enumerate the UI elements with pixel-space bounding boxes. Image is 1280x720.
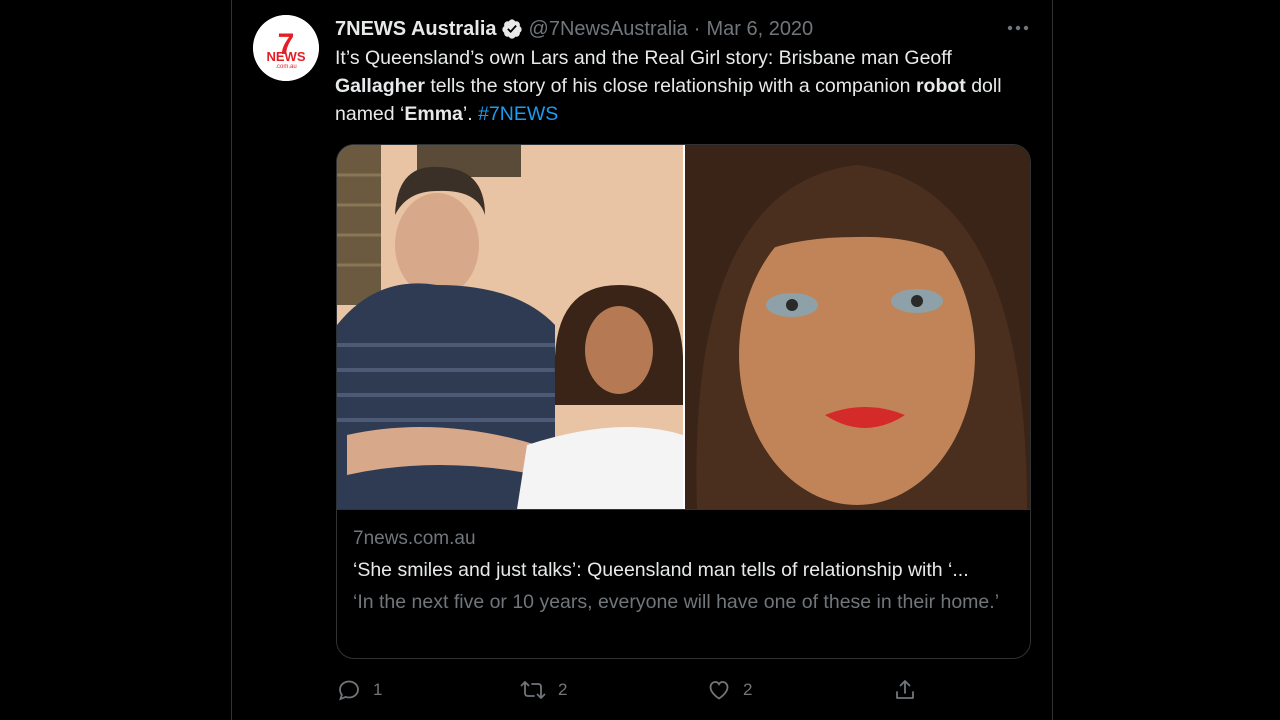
tweet-text: It’s Queensland’s own Lars and the Real … <box>335 44 1035 128</box>
like-count: 2 <box>743 680 753 699</box>
svg-text:.com.au: .com.au <box>275 64 296 70</box>
avatar[interactable]: 7 NEWS .com.au <box>253 15 319 81</box>
card-image-illustration <box>337 145 1030 509</box>
retweet-icon <box>520 678 546 702</box>
man-face <box>395 193 479 297</box>
tweet-text-bold: Emma <box>404 103 463 125</box>
separator-dot: · <box>693 17 701 40</box>
card-domain: 7news.com.au <box>353 528 476 549</box>
retweet-count: 2 <box>558 680 568 699</box>
retweet-button[interactable]: 2 <box>520 676 567 704</box>
display-name[interactable]: 7NEWS Australia <box>335 18 497 41</box>
doll-face-small <box>585 306 653 394</box>
verified-badge-icon <box>501 18 523 40</box>
more-horizontal-icon[interactable] <box>1003 16 1033 40</box>
card-description: ‘In the next five or 10 years, everyone … <box>353 591 1000 613</box>
share-button[interactable] <box>893 676 917 704</box>
hashtag-link[interactable]: #7NEWS <box>478 103 558 125</box>
heart-icon <box>707 678 731 702</box>
7news-logo: 7 NEWS .com.au <box>253 15 319 81</box>
tweet-date[interactable]: Mar 6, 2020 <box>706 18 813 41</box>
tweet-text-part: ’. <box>462 103 479 125</box>
reply-count: 1 <box>373 680 383 699</box>
tweet-text-bold: Gallagher <box>335 75 425 97</box>
link-card[interactable]: 7news.com.au ‘She smiles and just talks’… <box>336 144 1031 659</box>
tweet-text-bold: robot <box>915 75 966 97</box>
tweet-text-part: tells the story of his close relationshi… <box>424 75 916 97</box>
action-bar: 1 2 2 <box>335 676 1035 704</box>
reply-icon <box>337 678 361 702</box>
user-handle[interactable]: @7NewsAustralia <box>529 18 688 41</box>
tweet-text-part: It’s Queensland’s own Lars and the Real … <box>335 47 952 69</box>
tweet-header: 7NEWS Australia @7NewsAustralia · Mar 6,… <box>335 14 813 44</box>
window-blinds <box>337 145 381 305</box>
reply-button[interactable]: 1 <box>337 676 382 704</box>
share-icon <box>893 678 917 702</box>
card-image[interactable] <box>337 145 1030 510</box>
card-title[interactable]: ‘She smiles and just talks’: Queensland … <box>353 559 1013 582</box>
page: 7 NEWS .com.au 7NEWS Australia @7NewsAus… <box>0 0 1280 720</box>
like-button[interactable]: 2 <box>707 676 752 704</box>
svg-text:NEWS: NEWS <box>267 49 306 64</box>
